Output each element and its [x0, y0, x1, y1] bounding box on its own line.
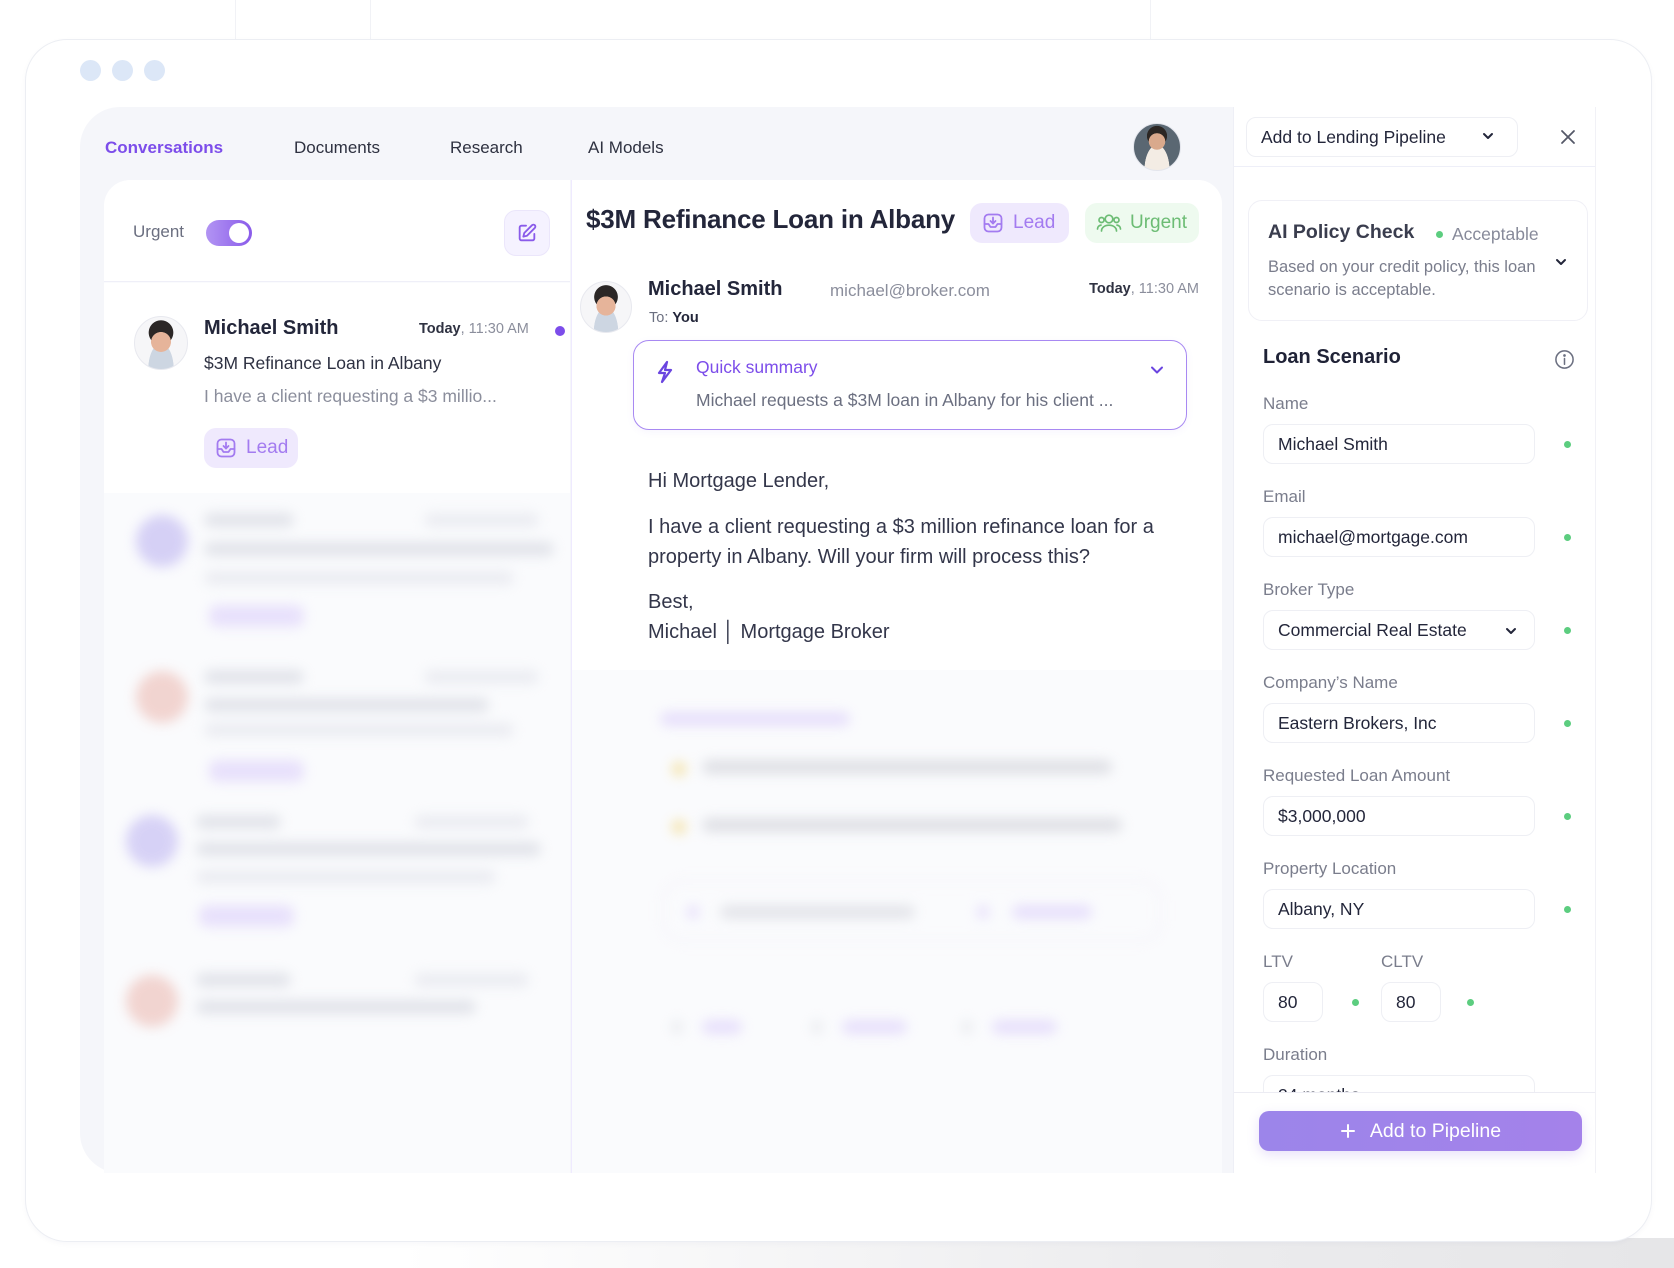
inbox-download-icon [983, 213, 1003, 233]
message-urgent-tag[interactable]: Urgent [1085, 203, 1200, 243]
loan-details-panel: Add to Lending Pipeline AI Policy Check … [1233, 107, 1596, 1173]
status-dot [1436, 231, 1443, 238]
message-title: $3M Refinance Loan in Albany [586, 204, 956, 234]
valid-indicator [1564, 813, 1571, 820]
chevron-down-icon [1483, 133, 1493, 139]
blurred-suggestions [632, 680, 1192, 1060]
tab-ai-models[interactable]: AI Models [588, 138, 664, 158]
ltv-label: LTV [1263, 952, 1293, 971]
panel-header: Add to Lending Pipeline [1234, 107, 1596, 167]
cltv-label: CLTV [1381, 952, 1424, 971]
panel-divider [1595, 107, 1596, 1173]
tab-documents[interactable]: Documents [294, 138, 380, 158]
recipient-line: To: You [649, 310, 699, 326]
valid-indicator [1564, 627, 1571, 634]
plus-icon [1340, 1124, 1355, 1138]
location-label: Property Location [1263, 859, 1397, 878]
chevron-down-icon [1506, 628, 1516, 634]
tab-research[interactable]: Research [450, 138, 523, 158]
add-to-pipeline-label: Add to Pipeline [1369, 1119, 1502, 1142]
panel-footer: Add to Pipeline [1234, 1092, 1596, 1173]
broker-type-value: Commercial Real Estate [1278, 619, 1467, 640]
loan-scenario-title: Loan Scenario [1263, 346, 1401, 368]
loan-scenario-form: Loan Scenario Name Michael Smith Email m… [1234, 335, 1596, 1200]
sender-avatar [134, 316, 188, 370]
policy-title: AI Policy Check [1268, 221, 1415, 243]
location-field[interactable]: Albany, NY [1263, 889, 1535, 929]
urgent-toggle[interactable] [206, 220, 252, 246]
edit-icon [518, 223, 537, 242]
close-icon [1561, 130, 1575, 144]
email-label: Email [1263, 487, 1306, 506]
company-label: Company’s Name [1263, 673, 1398, 692]
compose-button[interactable] [504, 210, 550, 256]
quick-summary-title: Quick summary [696, 357, 818, 377]
background-shade [400, 1238, 1674, 1268]
list-header: Urgent [104, 180, 570, 282]
info-icon[interactable] [1554, 349, 1575, 370]
sender-avatar [580, 281, 632, 333]
name-field[interactable]: Michael Smith [1263, 424, 1535, 464]
list-item-sender: Michael Smith [204, 317, 339, 339]
sender-email[interactable]: michael@broker.com [830, 281, 990, 301]
policy-description: Based on your credit policy, this loan s… [1268, 258, 1536, 299]
close-button[interactable] [1554, 123, 1582, 151]
ltv-field[interactable]: 80 [1263, 982, 1323, 1022]
list-item-subject: $3M Refinance Loan in Albany [204, 353, 442, 373]
broker-type-select[interactable]: Commercial Real Estate [1263, 610, 1535, 650]
email-body-line-1: I have a client requesting a $3 million … [648, 516, 1154, 538]
quick-summary-text: Michael requests a $3M loan in Albany fo… [696, 390, 1114, 410]
list-item-time: Today, 11:30 AM [419, 321, 529, 337]
message-content: $3M Refinance Loan in Albany Lead Urgent… [572, 180, 1222, 670]
valid-indicator [1467, 999, 1474, 1006]
lead-tag-label: Lead [246, 437, 289, 458]
company-field[interactable]: Eastern Brokers, Inc [1263, 703, 1535, 743]
pipeline-select-value: Add to Lending Pipeline [1261, 126, 1446, 147]
sender-name: Michael Smith [648, 278, 783, 300]
message-lead-tag[interactable]: Lead [970, 203, 1070, 243]
broker-type-label: Broker Type [1263, 580, 1355, 599]
inbox-download-icon [216, 438, 236, 458]
user-avatar[interactable] [1133, 123, 1181, 171]
message-urgent-tag-label: Urgent [1130, 212, 1188, 233]
add-to-pipeline-button[interactable]: Add to Pipeline [1259, 1111, 1582, 1151]
valid-indicator [1564, 534, 1571, 541]
window-dot-close[interactable] [80, 60, 101, 81]
email-signature: Michael │ Mortgage Broker [648, 621, 890, 643]
email-greeting: Hi Mortgage Lender, [648, 470, 830, 492]
lead-tag[interactable]: Lead [204, 428, 299, 468]
valid-indicator [1564, 720, 1571, 727]
lightning-icon [657, 360, 673, 384]
ai-policy-check-card[interactable]: AI Policy Check Acceptable Based on your… [1248, 200, 1588, 321]
chevron-down-icon[interactable] [1150, 365, 1164, 375]
users-icon [1096, 214, 1122, 232]
message-view: $3M Refinance Loan in Albany Lead Urgent… [571, 180, 1222, 1173]
urgent-filter-label: Urgent [133, 222, 185, 241]
email-signoff: Best, [648, 591, 694, 613]
chevron-down-icon[interactable] [1554, 255, 1568, 269]
loan-amount-label: Requested Loan Amount [1263, 766, 1451, 785]
cltv-field[interactable]: 80 [1381, 982, 1441, 1022]
name-label: Name [1263, 394, 1309, 413]
list-item[interactable]: Michael Smith Today, 11:30 AM $3M Refina… [104, 283, 570, 493]
duration-label: Duration [1263, 1045, 1328, 1064]
valid-indicator [1564, 441, 1571, 448]
message-time: Today, 11:30 AM [1089, 281, 1199, 297]
valid-indicator [1564, 906, 1571, 913]
message-lead-tag-label: Lead [1013, 212, 1056, 233]
valid-indicator [1352, 999, 1359, 1006]
policy-status: Acceptable [1436, 224, 1539, 245]
loan-amount-field[interactable]: $3,000,000 [1263, 796, 1535, 836]
email-body-line-2: property in Albany. Will your firm will … [648, 546, 1090, 568]
email-field[interactable]: michael@mortgage.com [1263, 517, 1535, 557]
quick-summary-card[interactable]: Quick summary Michael requests a $3M loa… [633, 340, 1187, 430]
list-item-preview: I have a client requesting a $3 millio..… [204, 386, 497, 406]
window-dot-maximize[interactable] [144, 60, 165, 81]
unread-indicator [555, 326, 565, 336]
tab-conversations[interactable]: Conversations [105, 138, 223, 158]
pipeline-select[interactable]: Add to Lending Pipeline [1246, 117, 1518, 157]
window-dot-minimize[interactable] [112, 60, 133, 81]
conversation-list: Urgent Michael Smith Today, 11:30 AM $3M… [104, 180, 570, 1173]
blurred-list-items [104, 495, 570, 1173]
